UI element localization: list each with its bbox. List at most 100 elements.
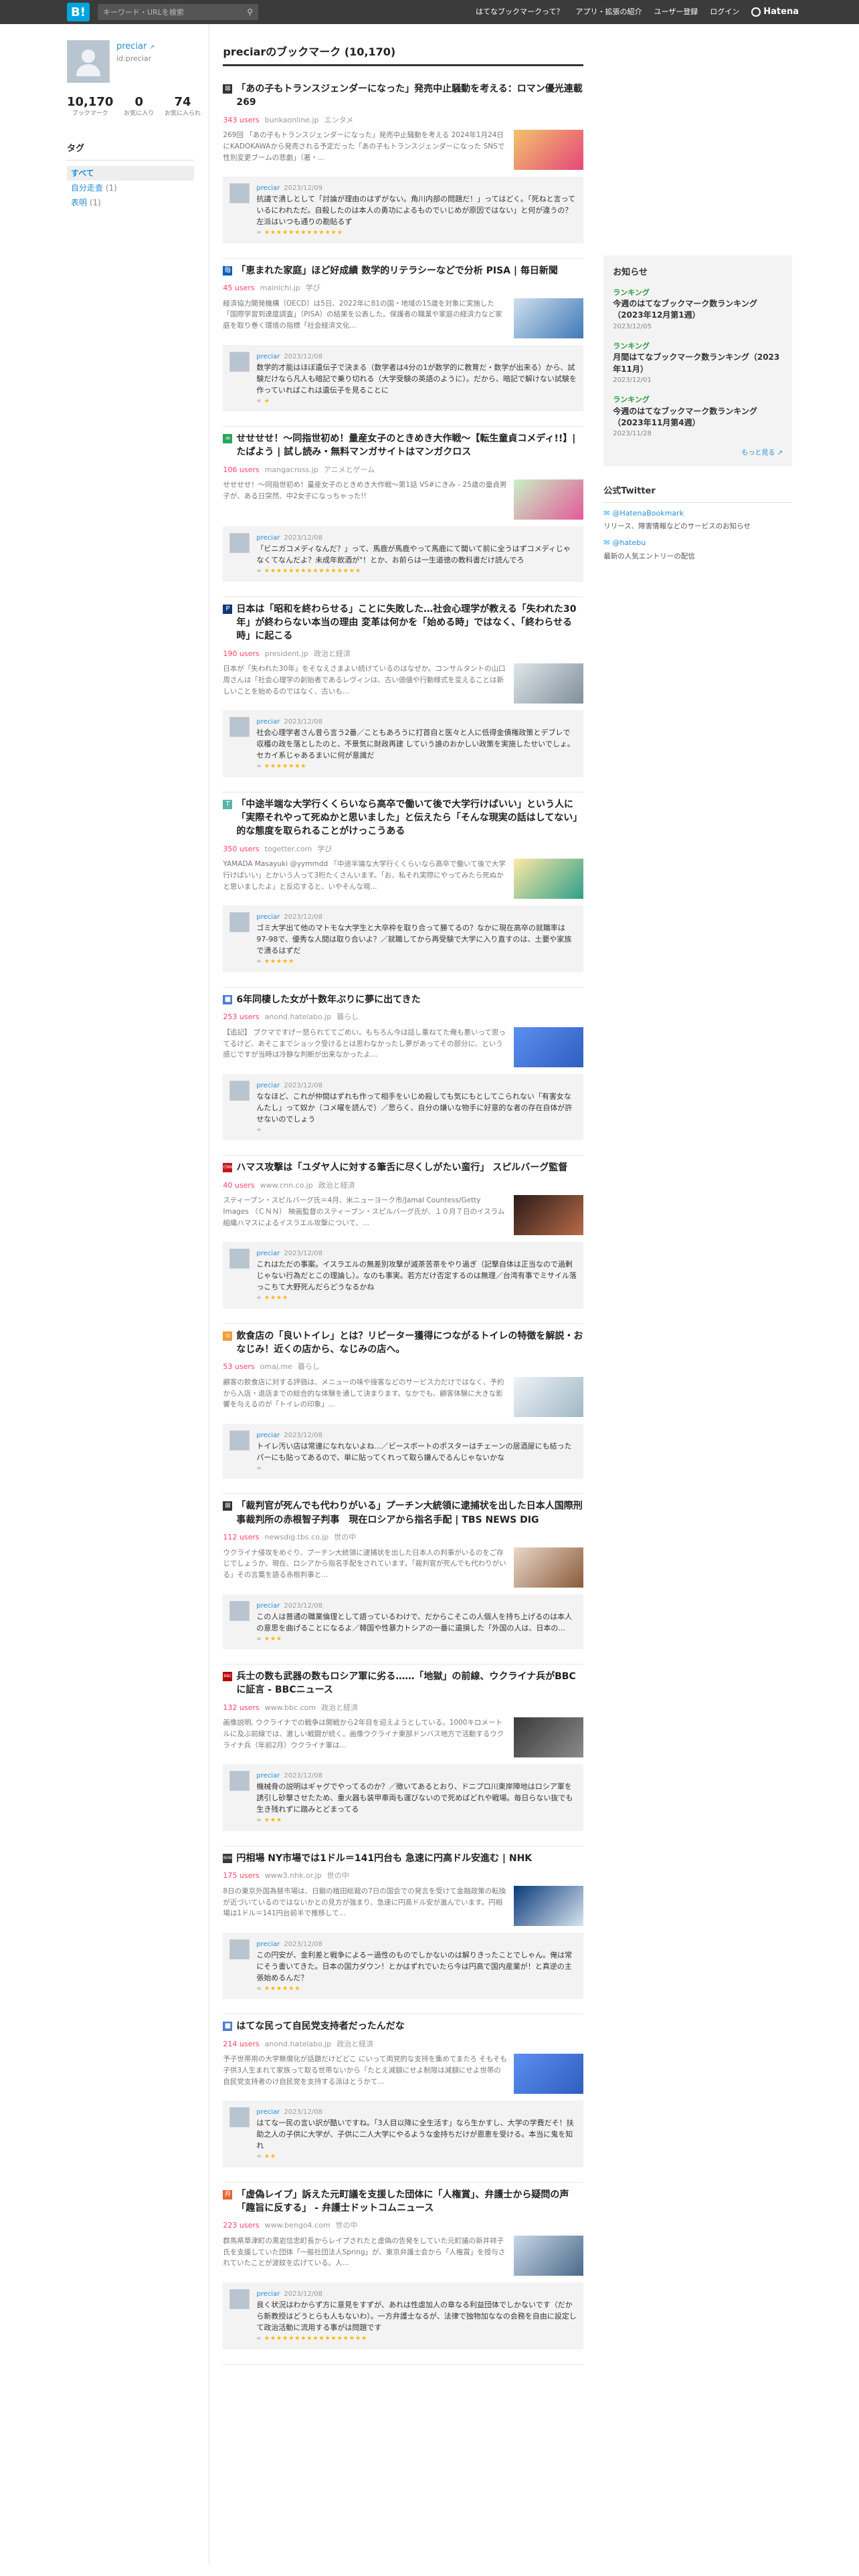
entry-domain[interactable]: mangacross.jp xyxy=(265,465,318,476)
permalink-icon[interactable]: ∞ xyxy=(256,763,262,770)
entry-category[interactable]: エンタメ xyxy=(324,115,354,126)
permalink-icon[interactable]: ∞ xyxy=(256,2153,262,2160)
comment-user-link[interactable]: preciar xyxy=(256,185,280,192)
permalink-icon[interactable]: ∞ xyxy=(256,398,262,405)
comment-user-link[interactable]: preciar xyxy=(256,1250,280,1257)
permalink-icon[interactable]: ∞ xyxy=(256,1636,262,1642)
permalink-icon[interactable]: ∞ xyxy=(256,1465,262,1472)
entry-title-link[interactable]: せせせせ！～同指世初め！量産女子のときめき大作戦～【転生童貞コメディ!!】| た… xyxy=(236,432,583,459)
entry-domain[interactable]: www.cnn.co.jp xyxy=(260,1180,313,1192)
comment-user-link[interactable]: preciar xyxy=(256,534,280,542)
entry-title-link[interactable]: 「虚偽レイプ」訴えた元町議を支援した団体に「人権賞」、弁護士から疑問の声「趣旨に… xyxy=(236,2188,583,2216)
bookmark-users-count[interactable]: 223 users xyxy=(223,2220,259,2232)
avatar[interactable] xyxy=(67,40,110,83)
entry-thumbnail[interactable] xyxy=(514,1027,584,1067)
entry-thumbnail[interactable] xyxy=(514,859,584,899)
entry-thumbnail[interactable] xyxy=(514,1717,584,1758)
entry-domain[interactable]: newsdig.tbs.co.jp xyxy=(265,1532,329,1543)
entry-category[interactable]: 政治と経済 xyxy=(337,2039,373,2050)
entry-title-link[interactable]: 円相場 NY市場では1ドル＝141円台も 急速に円高ドル安進む | NHK xyxy=(236,1852,532,1865)
comment-avatar[interactable] xyxy=(229,183,250,204)
news-item[interactable]: ランキング 月間はてなブックマーク数ランキング（2023年11月） 2023/12/… xyxy=(613,341,783,385)
comment-user-link[interactable]: preciar xyxy=(256,1082,280,1089)
comment-avatar[interactable] xyxy=(229,912,250,933)
comment-avatar[interactable] xyxy=(229,2288,250,2309)
comment-user-link[interactable]: preciar xyxy=(256,1432,280,1439)
entry-title-link[interactable]: 「裁判官が死んでも代わりがいる」プーチン大統領に逮捕状を出した日本人国際刑事裁判… xyxy=(236,1499,583,1527)
tag-item[interactable]: 自分走查 (1) xyxy=(67,181,194,195)
comment-avatar[interactable] xyxy=(229,1249,250,1269)
stat-1[interactable]: 0 お気に入り xyxy=(124,95,154,118)
comment-user-link[interactable]: preciar xyxy=(256,1941,280,1948)
entry-title-link[interactable]: 「中途半端な大学行くくらいなら高卒で働いて後で大学行けばいい」という人に「実際そ… xyxy=(236,798,583,839)
bookmark-users-count[interactable]: 53 users xyxy=(223,1362,254,1373)
bookmark-users-count[interactable]: 190 users xyxy=(223,649,259,660)
nav-about-link[interactable]: はてなブックマークって？ xyxy=(476,7,563,18)
twitter-account-link[interactable]: ✉ @hatebu xyxy=(603,538,792,549)
entry-title-link[interactable]: 「あの子もトランスジェンダーになった」発売中止騒動を考える：ロマン優光連載269 xyxy=(236,82,583,110)
entry-category[interactable]: 政治と経済 xyxy=(318,1180,355,1192)
tag-item[interactable]: すべて xyxy=(67,165,194,181)
bookmark-users-count[interactable]: 132 users xyxy=(223,1703,259,1714)
entry-category[interactable]: 政治と経済 xyxy=(321,1703,358,1714)
stat-2[interactable]: 74 お気に入られ xyxy=(165,95,201,118)
entry-thumbnail[interactable] xyxy=(514,1547,584,1588)
twitter-account-link[interactable]: ✉ @HatenaBookmark xyxy=(603,508,792,520)
entry-thumbnail[interactable] xyxy=(514,1885,584,1926)
entry-title-link[interactable]: 「恵まれた家庭」ほど好成績 数学的リテラシーなどで分析 PISA | 毎日新聞 xyxy=(236,264,557,278)
comment-avatar[interactable] xyxy=(229,1939,250,1959)
search-icon[interactable]: ⚲ xyxy=(247,6,253,18)
comment-user-link[interactable]: preciar xyxy=(256,1602,280,1610)
entry-title-link[interactable]: ハマス攻撃は「ユダヤ人に対する筆舌に尽くしがたい蛮行」 スピルバーグ監督 xyxy=(236,1161,567,1174)
entry-domain[interactable]: anond.hatelabo.jp xyxy=(265,1012,332,1023)
entry-domain[interactable]: www.bengo4.com xyxy=(265,2220,330,2232)
entry-thumbnail[interactable] xyxy=(514,130,584,171)
comment-avatar[interactable] xyxy=(229,1430,250,1451)
bookmark-users-count[interactable]: 45 users xyxy=(223,283,254,294)
comment-avatar[interactable] xyxy=(229,1080,250,1101)
bookmark-users-count[interactable]: 112 users xyxy=(223,1532,259,1543)
search-input[interactable] xyxy=(103,7,237,17)
entry-domain[interactable]: www.bbc.com xyxy=(265,1703,316,1714)
entry-domain[interactable]: omaj.me xyxy=(260,1362,292,1373)
more-news-link[interactable]: もっと見る ↗ xyxy=(613,448,783,458)
comment-user-link[interactable]: preciar xyxy=(256,718,280,726)
permalink-icon[interactable]: ∞ xyxy=(256,2335,262,2342)
entry-category[interactable]: 学び xyxy=(306,283,320,294)
permalink-icon[interactable]: ∞ xyxy=(256,1817,262,1824)
entry-category[interactable]: 暮らし xyxy=(337,1012,359,1023)
hatena-brand[interactable]: Hatena xyxy=(751,5,799,19)
comment-user-link[interactable]: preciar xyxy=(256,1772,280,1780)
permalink-icon[interactable]: ∞ xyxy=(256,1985,262,1992)
entry-thumbnail[interactable] xyxy=(514,298,584,338)
comment-user-link[interactable]: preciar xyxy=(256,353,280,360)
entry-domain[interactable]: anond.hatelabo.jp xyxy=(265,2039,332,2050)
entry-category[interactable]: 学び xyxy=(317,844,332,855)
permalink-icon[interactable]: ∞ xyxy=(256,958,262,965)
bookmark-users-count[interactable]: 350 users xyxy=(223,844,259,855)
stat-0[interactable]: 10,170 ブックマーク xyxy=(67,95,113,118)
entry-thumbnail[interactable] xyxy=(514,1376,584,1417)
hatena-bookmark-logo[interactable]: B! xyxy=(67,3,90,21)
nav-login-link[interactable]: ログイン xyxy=(710,7,739,18)
entry-title-link[interactable]: 6年同棲した女が十数年ぶりに夢に出てきた xyxy=(236,993,420,1006)
bookmark-users-count[interactable]: 214 users xyxy=(223,2039,259,2050)
user-name-link[interactable]: preciar ↗ xyxy=(116,40,155,53)
entry-category[interactable]: 暮らし xyxy=(298,1362,320,1373)
permalink-icon[interactable]: ∞ xyxy=(256,229,262,236)
bookmark-users-count[interactable]: 343 users xyxy=(223,115,259,126)
entry-category[interactable]: 世の中 xyxy=(334,1532,356,1543)
comment-user-link[interactable]: preciar xyxy=(256,2109,280,2116)
entry-domain[interactable]: togetter.com xyxy=(265,844,312,855)
nav-register-link[interactable]: ユーザー登録 xyxy=(654,7,698,18)
entry-title-link[interactable]: 飲食店の「良いトイレ」とは？リピーター獲得につながるトイレの特徴を解説・おなじみ… xyxy=(236,1329,583,1357)
entry-title-link[interactable]: はてな民って自民党支持者だったんだな xyxy=(236,2020,404,2033)
comment-avatar[interactable] xyxy=(229,1600,250,1621)
entry-domain[interactable]: www3.nhk.or.jp xyxy=(265,1870,322,1882)
comment-avatar[interactable] xyxy=(229,2107,250,2128)
permalink-icon[interactable]: ∞ xyxy=(256,568,262,574)
entry-thumbnail[interactable] xyxy=(514,1195,584,1236)
comment-user-link[interactable]: preciar xyxy=(256,914,280,921)
entry-category[interactable]: 政治と経済 xyxy=(314,649,351,660)
tag-item[interactable]: 表明 (1) xyxy=(67,195,194,210)
